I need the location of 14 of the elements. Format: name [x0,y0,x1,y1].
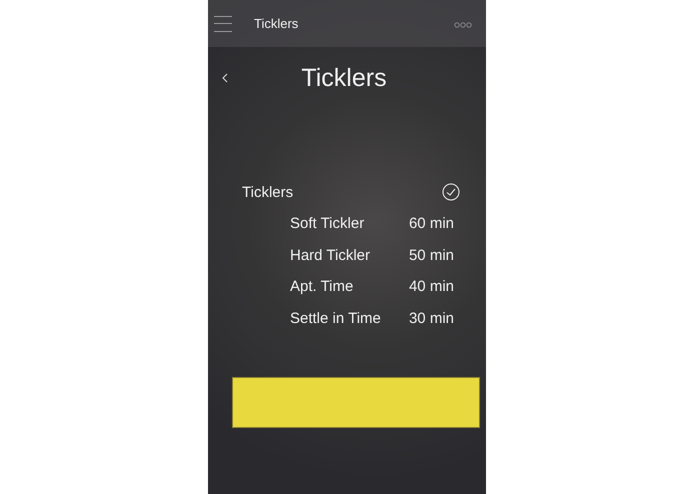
row-label: Soft Tickler [290,215,364,232]
menu-icon[interactable] [214,16,232,32]
section-title: Ticklers [242,184,294,200]
check-icon[interactable] [442,183,460,201]
row-value: 60 min [408,215,454,232]
row-value: 40 min [408,278,454,296]
page-title: Ticklers [300,64,388,92]
row-value: 30 min [408,310,454,327]
action-button[interactable] [232,377,480,428]
app-title: Ticklers [254,16,300,31]
row-label: Hard Tickler [290,246,370,264]
row-label: Apt. Time [290,278,354,296]
row-value: 50 min [408,246,454,264]
row-label: Settle in Time [290,310,381,327]
